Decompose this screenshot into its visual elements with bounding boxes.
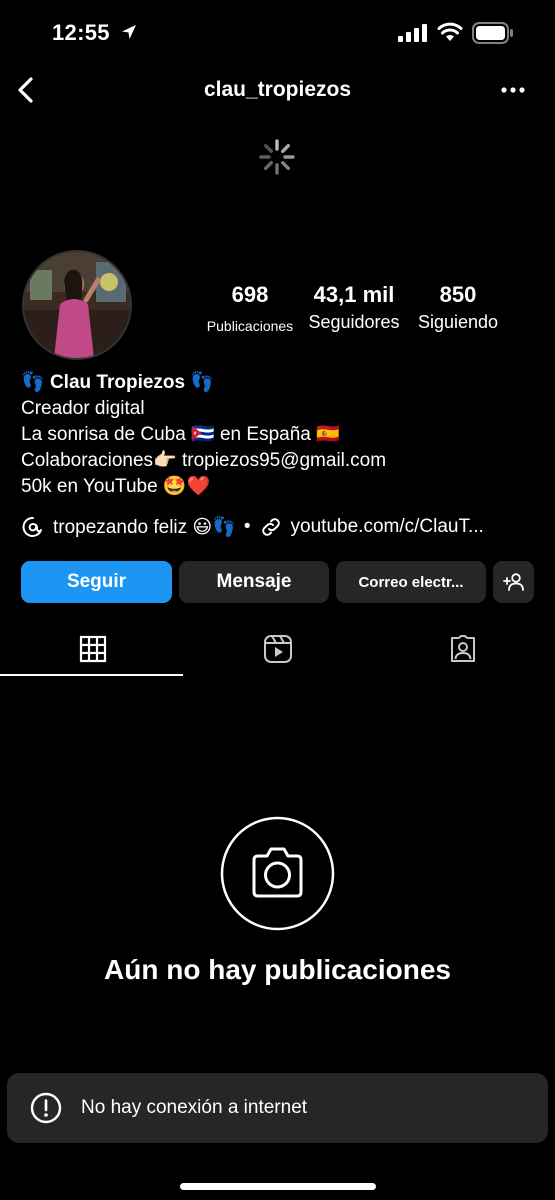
bio-text-line-2: Colaboraciones👉🏻 tropiezos95@gmail.com <box>21 448 541 474</box>
profile-category: Creador digital <box>21 398 145 419</box>
profile-links-row: tropezando feliz 😃👣 • youtube.com/c/Clau… <box>21 513 541 541</box>
youtube-link[interactable]: youtube.com/c/ClauT... <box>291 516 484 538</box>
profile-avatar[interactable] <box>22 250 132 360</box>
cellular-signal-icon <box>398 24 427 42</box>
link-icon <box>261 518 280 536</box>
location-arrow-icon <box>122 25 136 39</box>
profile-username: clau_tropiezos <box>203 78 352 101</box>
stat-followers-label: Seguidores <box>308 312 400 332</box>
follow-button-label: Seguir <box>66 571 127 592</box>
bio-text-line-1: La sonrisa de Cuba 🇨🇺 en España 🇪🇸 <box>21 424 340 445</box>
stat-following-count: 850 <box>439 282 477 307</box>
threads-link[interactable]: tropezando feliz 😃👣 <box>53 515 236 539</box>
suggested-accounts-button[interactable] <box>493 561 534 603</box>
profile-header: clau_tropiezos <box>0 66 555 114</box>
reels-icon <box>263 635 292 663</box>
loading-spinner-icon <box>259 139 295 175</box>
footprints-emoji: 👣 <box>190 372 215 393</box>
toast-message: No hay conexión a internet <box>81 1097 308 1118</box>
profile-tabs <box>0 622 555 676</box>
tab-reels[interactable] <box>185 622 370 676</box>
stat-followers-count: 43,1 mil <box>313 282 395 307</box>
profile-display-name: Clau Tropiezos <box>49 372 186 393</box>
alert-circle-icon <box>30 1092 62 1124</box>
stat-publications-count: 698 <box>231 282 269 307</box>
footprints-emoji: 👣 <box>21 372 45 393</box>
stat-following[interactable]: 850 Siguiendo <box>408 282 508 334</box>
stat-publications-label: Publicaciones <box>206 318 294 334</box>
avatar-photo <box>24 252 130 358</box>
tab-grid[interactable] <box>0 622 185 676</box>
no-connection-toast[interactable]: No hay conexión a internet <box>7 1073 548 1143</box>
follow-button[interactable]: Seguir <box>21 561 172 603</box>
profile-bio: 👣 Clau Tropiezos 👣 Creador digital La so… <box>21 370 541 500</box>
home-indicator[interactable] <box>180 1183 376 1190</box>
add-person-icon <box>502 573 524 591</box>
email-button[interactable]: Correo electr... <box>336 561 486 603</box>
active-tab-indicator <box>0 674 183 676</box>
battery-icon <box>472 22 513 44</box>
camera-icon <box>220 816 335 931</box>
more-options-icon[interactable] <box>498 76 528 104</box>
message-button[interactable]: Mensaje <box>179 561 329 603</box>
stat-publications[interactable]: 698 Publicaciones <box>200 282 300 338</box>
message-button-label: Mensaje <box>216 571 292 592</box>
threads-icon <box>22 516 42 537</box>
status-time: 12:55 <box>52 20 110 45</box>
status-bar: 12:55 <box>0 0 555 66</box>
bio-collab-text: Colaboraciones👉🏻 <box>21 450 177 471</box>
wifi-icon <box>437 22 463 41</box>
empty-posts-message: Aún no hay publicaciones <box>104 954 451 985</box>
bio-email-link[interactable]: tropiezos95@gmail.com <box>182 450 386 471</box>
grid-icon <box>79 635 106 663</box>
tagged-icon <box>450 635 475 662</box>
tab-tagged[interactable] <box>370 622 555 676</box>
links-separator: • <box>243 516 251 537</box>
bio-text-line-3: 50k en YouTube 🤩❤️ <box>21 476 211 497</box>
email-button-label: Correo electr... <box>358 573 464 591</box>
stat-followers[interactable]: 43,1 mil Seguidores <box>302 282 406 334</box>
stat-following-label: Siguiendo <box>417 312 499 332</box>
bio-name-line: 👣 Clau Tropiezos 👣 <box>21 370 541 396</box>
